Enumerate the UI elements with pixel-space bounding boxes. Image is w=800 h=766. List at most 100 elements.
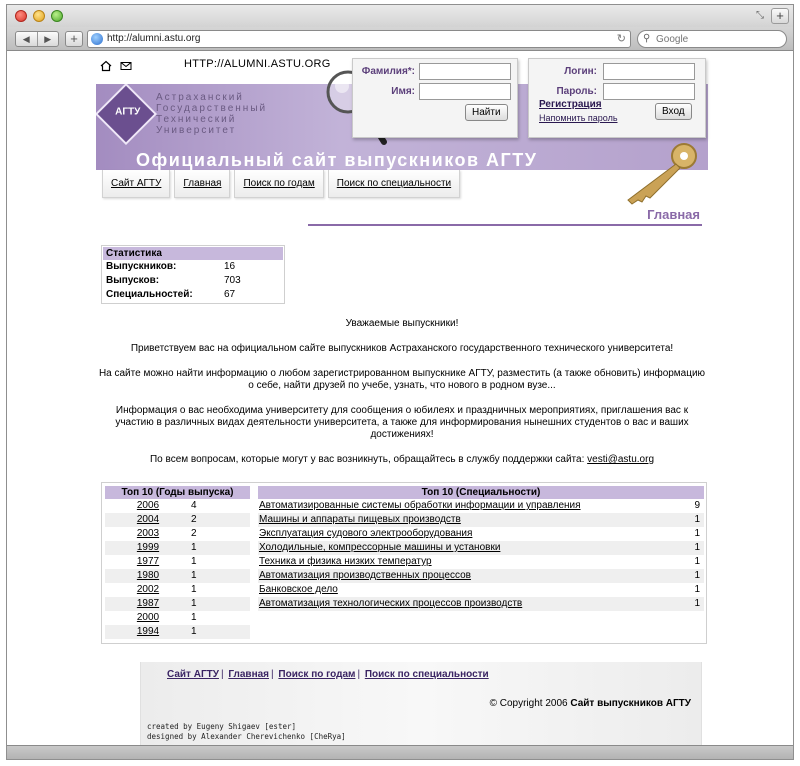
- resize-icon[interactable]: ⤡: [753, 9, 767, 22]
- specialty-row: Машины и аппараты пищевых производств 1: [258, 513, 704, 527]
- history-buttons: ◀ ▶: [15, 31, 59, 47]
- specialty-link[interactable]: Автоматизация производственных процессов: [258, 569, 684, 583]
- register-link[interactable]: Регистрация: [539, 99, 602, 110]
- reload-icon[interactable]: ↻: [617, 32, 626, 45]
- year-count: 1: [191, 598, 197, 609]
- specialty-count: 1: [694, 598, 700, 609]
- specialty-link[interactable]: Машины и аппараты пищевых производств: [258, 513, 684, 527]
- year-count: 2: [191, 514, 197, 525]
- support-email-link[interactable]: vesti@astu.org: [587, 454, 654, 465]
- year-count: 1: [191, 612, 197, 623]
- year-link[interactable]: 1994: [105, 625, 191, 639]
- footer-separator: |: [271, 669, 274, 680]
- mail-icon[interactable]: [120, 61, 132, 71]
- home-icon[interactable]: [100, 60, 112, 72]
- specialty-link[interactable]: Техника и физика низких температур: [258, 555, 684, 569]
- specialty-row: Техника и физика низких температур 1: [258, 555, 704, 569]
- footer-link-astu-site[interactable]: Сайт АГТУ: [167, 669, 219, 680]
- year-count: 1: [191, 556, 197, 567]
- year-link[interactable]: 1980: [105, 569, 191, 583]
- back-icon[interactable]: ◀: [16, 32, 38, 46]
- year-row: 1977 1: [105, 555, 250, 569]
- footer-links: Сайт АГТУ | Главная | Поиск по годам | Поис…: [167, 669, 489, 680]
- footer-link-home[interactable]: Главная: [228, 669, 269, 680]
- year-link[interactable]: 2004: [105, 513, 191, 527]
- forward-icon[interactable]: ▶: [38, 32, 59, 46]
- browser-toolbar: ◀ ▶ + http://alumni.astu.org ↻ ⚲: [7, 27, 793, 51]
- specialty-row: Автоматизация производственных процессов…: [258, 569, 704, 583]
- university-name-line: Государственный: [156, 103, 268, 114]
- year-row: 2002 1: [105, 583, 250, 597]
- credits: created by Eugeny Shigaev [ester] design…: [147, 722, 346, 742]
- search-icon: ⚲: [643, 33, 651, 44]
- add-bookmark-button[interactable]: +: [65, 31, 83, 47]
- name-input[interactable]: [419, 83, 511, 100]
- password-input[interactable]: [603, 83, 695, 100]
- address-bar[interactable]: http://alumni.astu.org ↻: [87, 30, 631, 48]
- logo-text: АГТУ: [115, 106, 141, 118]
- year-link[interactable]: 2006: [105, 499, 191, 513]
- specialty-count: 1: [694, 542, 700, 553]
- specialty-link[interactable]: Эксплуатация судового электрооборудовани…: [258, 527, 684, 541]
- alumni-search-form: Фамилия*: Имя: Найти: [352, 58, 518, 138]
- stat-label: Выпускников:: [106, 261, 177, 272]
- login-input[interactable]: [603, 63, 695, 80]
- globe-icon: [91, 33, 103, 45]
- university-logo[interactable]: АГТУ: [96, 84, 158, 146]
- key-icon: [627, 143, 697, 205]
- search-input[interactable]: [656, 33, 776, 45]
- tab-home[interactable]: Главная: [174, 170, 231, 198]
- year-row: 2003 2: [105, 527, 250, 541]
- specialty-link[interactable]: Автоматизированные системы обработки инф…: [258, 499, 684, 513]
- tab-astu-site[interactable]: Сайт АГТУ: [102, 170, 171, 198]
- footer-separator: |: [357, 669, 361, 680]
- stat-label: Специальностей:: [106, 289, 193, 300]
- password-label: Пароль:: [556, 86, 597, 97]
- year-link[interactable]: 2002: [105, 583, 191, 597]
- page-heading: Главная: [308, 204, 702, 226]
- specialty-count: 1: [694, 514, 700, 525]
- year-link[interactable]: 2000: [105, 611, 191, 625]
- new-tab-button[interactable]: +: [771, 8, 789, 24]
- footer-separator: |: [220, 669, 224, 680]
- top10-panel: Топ 10 (Годы выпуска) 2006 4 2004 2 2003 2 199…: [101, 482, 707, 644]
- specialty-link[interactable]: Холодильные, компрессорные машины и уста…: [258, 541, 684, 555]
- statistics-title: Статистика: [103, 247, 283, 260]
- specialty-link[interactable]: Банковское дело: [258, 583, 684, 597]
- name-label: Имя:: [391, 86, 415, 97]
- specialty-link[interactable]: Автоматизация технологических процессов …: [258, 597, 684, 611]
- specialty-count: 1: [694, 570, 700, 581]
- year-row: 1999 1: [105, 541, 250, 555]
- find-button[interactable]: Найти: [465, 104, 508, 121]
- surname-label: Фамилия*:: [361, 66, 415, 77]
- university-name-line: Технический: [156, 114, 237, 125]
- top-years-table: Топ 10 (Годы выпуска) 2006 4 2004 2 2003 2 199…: [105, 486, 250, 639]
- year-count: 2: [191, 528, 197, 539]
- year-link[interactable]: 2003: [105, 527, 191, 541]
- login-label: Логин:: [564, 66, 597, 77]
- year-row: 2006 4: [105, 499, 250, 513]
- zoom-window-button[interactable]: [51, 10, 63, 22]
- stat-row: Выпускников: 16: [103, 260, 283, 274]
- url-text[interactable]: http://alumni.astu.org: [107, 33, 200, 44]
- year-link[interactable]: 1987: [105, 597, 191, 611]
- main-nav: Сайт АГТУ Главная Поиск по годам Поиск п…: [102, 170, 464, 198]
- welcome-paragraph: Приветствуем вас на официальном сайте вы…: [130, 343, 674, 354]
- site-title: Официальный сайт выпускников АГТУ: [136, 150, 538, 170]
- login-button[interactable]: Вход: [655, 103, 692, 120]
- year-link[interactable]: 1999: [105, 541, 191, 555]
- tab-search-by-years[interactable]: Поиск по годам: [234, 170, 324, 198]
- search-bar[interactable]: ⚲: [637, 30, 787, 48]
- footer-link-search-by-specialty[interactable]: Поиск по специальности: [365, 669, 489, 680]
- year-count: 1: [191, 570, 197, 581]
- year-link[interactable]: 1977: [105, 555, 191, 569]
- stat-value: 16: [224, 261, 236, 272]
- tab-search-by-specialty[interactable]: Поиск по специальности: [327, 170, 461, 198]
- stat-row: Специальностей: 67: [103, 288, 283, 302]
- close-window-button[interactable]: [15, 10, 27, 22]
- specialty-row: Автоматизированные системы обработки инф…: [258, 499, 704, 513]
- footer-link-search-by-years[interactable]: Поиск по годам: [278, 669, 355, 680]
- minimize-window-button[interactable]: [33, 10, 45, 22]
- surname-input[interactable]: [419, 63, 511, 80]
- remind-password-link[interactable]: Напомнить пароль: [539, 113, 618, 123]
